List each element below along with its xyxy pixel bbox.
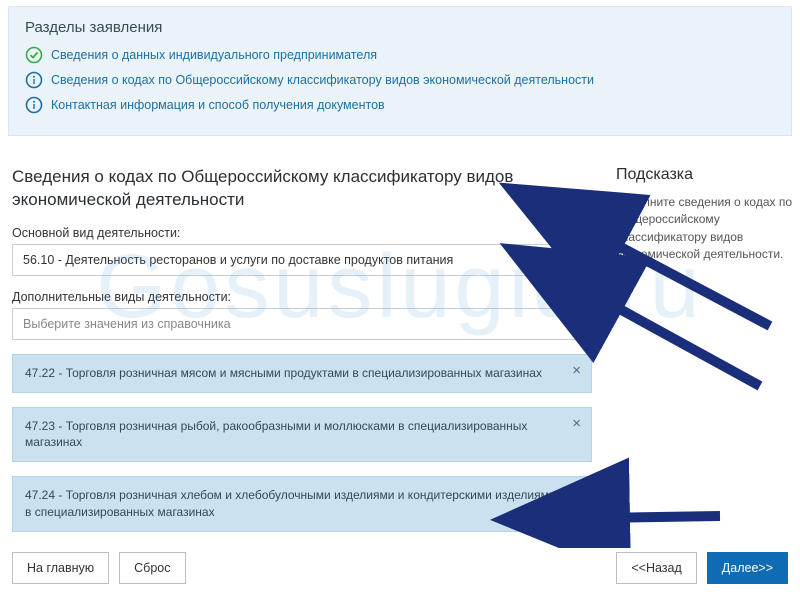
activity-chip: 47.24 - Торговля розничная хлебом и хлеб… — [12, 476, 592, 532]
reset-button[interactable]: Сброс — [119, 552, 185, 584]
check-circle-icon — [25, 46, 43, 64]
section-item: Сведения о данных индивидуального предпр… — [25, 46, 775, 64]
hint-panel: Подсказка Заполните сведения о кодах по … — [616, 166, 792, 546]
primary-activity-label: Основной вид деятельности: — [12, 226, 592, 240]
section-link[interactable]: Контактная информация и способ получения… — [51, 98, 385, 112]
chevron-down-icon — [569, 256, 581, 264]
page-heading: Сведения о кодах по Общероссийскому клас… — [12, 166, 592, 212]
primary-activity-select[interactable]: 56.10 - Деятельность ресторанов и услуги… — [12, 244, 592, 276]
button-row: На главную Сброс <<Назад Далее>> — [0, 546, 800, 596]
additional-activities-list: 47.22 - Торговля розничная мясом и мясны… — [12, 354, 592, 532]
section-item: Сведения о кодах по Общероссийскому клас… — [25, 71, 775, 89]
activity-chip-label: 47.24 - Торговля розничная хлебом и хлеб… — [25, 488, 556, 519]
primary-activity-value: 56.10 - Деятельность ресторанов и услуги… — [23, 253, 453, 267]
sections-title: Разделы заявления — [25, 19, 775, 36]
next-button[interactable]: Далее>> — [707, 552, 788, 584]
activity-chip-label: 47.22 - Торговля розничная мясом и мясны… — [25, 366, 542, 380]
activity-chip: 47.22 - Торговля розничная мясом и мясны… — [12, 354, 592, 393]
additional-activity-label: Дополнительные виды деятельности: — [12, 290, 592, 304]
sections-panel: Разделы заявления Сведения о данных инди… — [8, 6, 792, 136]
additional-activity-select[interactable]: Выберите значения из справочника — [12, 308, 592, 340]
activity-chip-label: 47.23 - Торговля розничная рыбой, ракооб… — [25, 419, 527, 450]
hint-heading: Подсказка — [616, 166, 792, 184]
hint-text: Заполните сведения о кодах по Общероссий… — [616, 194, 792, 264]
activity-chip: 47.23 - Торговля розничная рыбой, ракооб… — [12, 407, 592, 463]
info-circle-icon — [25, 96, 43, 114]
section-link[interactable]: Сведения о кодах по Общероссийскому клас… — [51, 73, 594, 87]
close-icon[interactable]: × — [572, 485, 581, 500]
home-button[interactable]: На главную — [12, 552, 109, 584]
close-icon[interactable]: × — [572, 363, 581, 378]
back-button[interactable]: <<Назад — [616, 552, 696, 584]
close-icon[interactable]: × — [572, 416, 581, 431]
chevron-down-icon — [569, 320, 581, 328]
additional-activity-placeholder: Выберите значения из справочника — [23, 317, 231, 331]
section-item: Контактная информация и способ получения… — [25, 96, 775, 114]
section-link[interactable]: Сведения о данных индивидуального предпр… — [51, 48, 377, 62]
info-circle-icon — [25, 71, 43, 89]
